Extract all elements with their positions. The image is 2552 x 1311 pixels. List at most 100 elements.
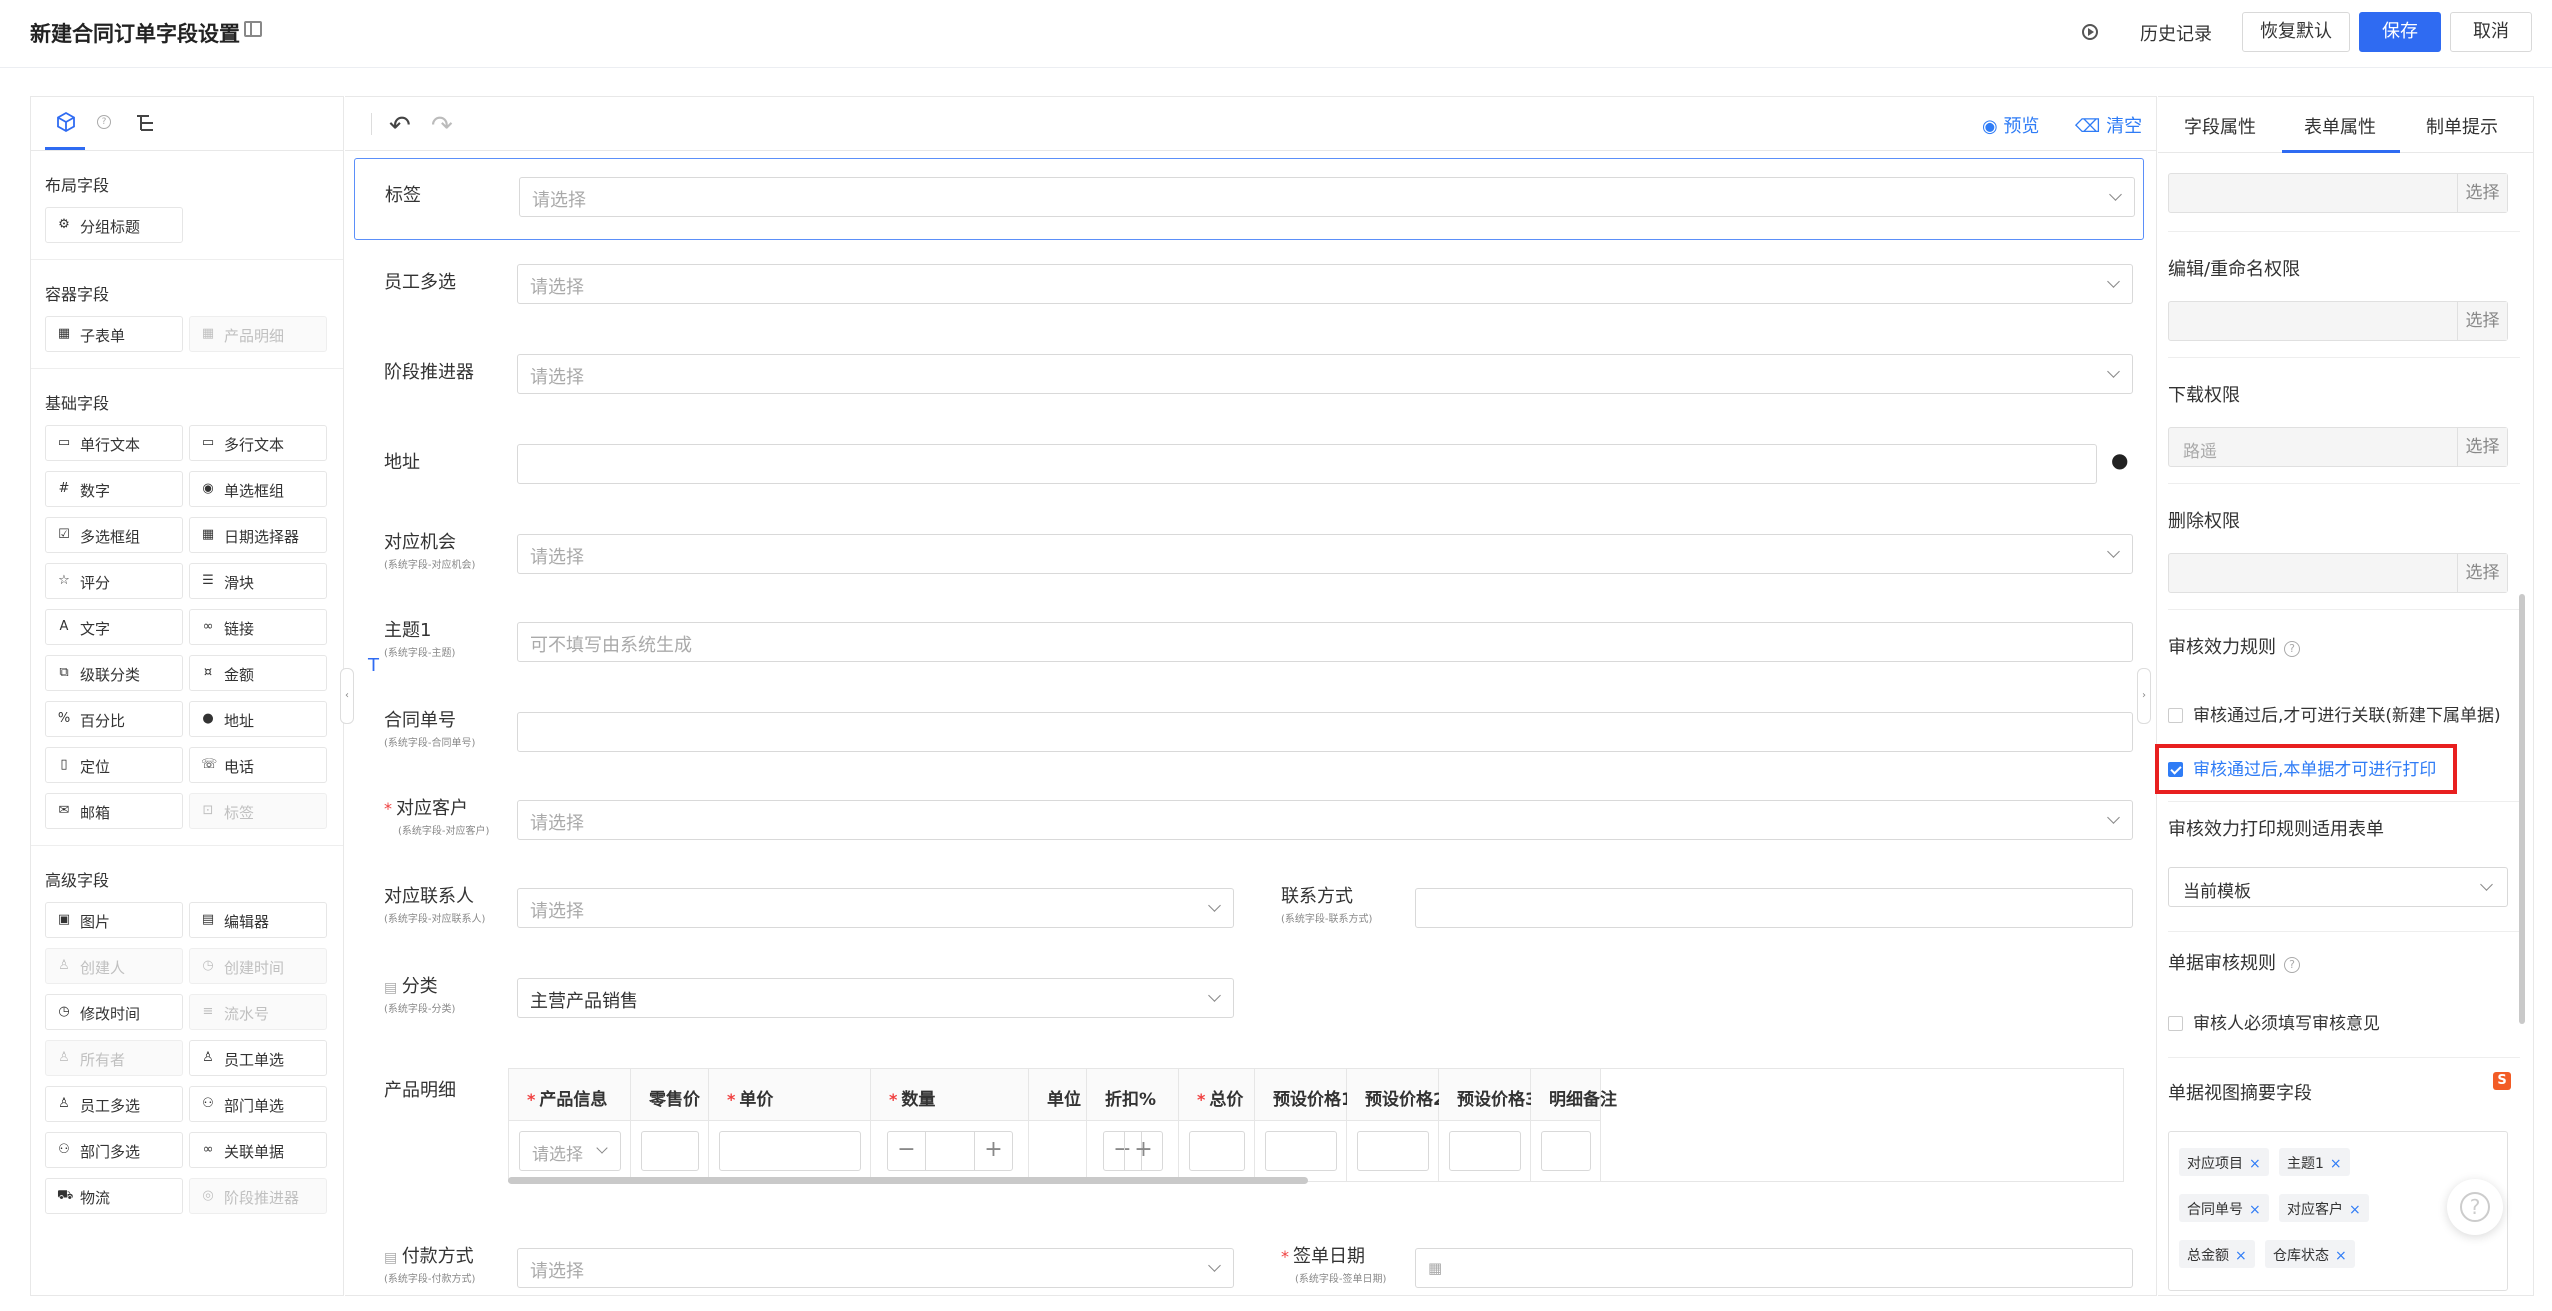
table-scrollbar[interactable] — [508, 1177, 1308, 1184]
palette-item[interactable]: ♙ 员工多选 — [45, 1086, 183, 1122]
tag-select[interactable]: 请选择 — [519, 177, 2135, 217]
table-input[interactable] — [1541, 1131, 1591, 1171]
palette-item[interactable]: ▭ 单行文本 — [45, 425, 183, 461]
palette-item[interactable]: ✉ 邮箱 — [45, 793, 183, 829]
tree-icon[interactable] — [135, 113, 157, 133]
form-row-staff-multi[interactable]: 员工多选 请选择 — [354, 246, 2144, 328]
product-detail-table[interactable]: * 产品信息 请选择 零售价 * 单价 * 数量 − + 单位 折扣% − + * 总价 预设价格1 预设价格2 预… — [508, 1068, 2124, 1182]
staff-multi-select[interactable]: 请选择 — [517, 264, 2133, 304]
close-icon[interactable]: × — [2330, 1156, 2342, 1172]
address-input[interactable] — [517, 444, 2097, 484]
subject-input[interactable]: 可不填写由系统生成 — [517, 622, 2133, 662]
doc-audit-option[interactable]: 审核人必须填写审核意见 — [2168, 1009, 2380, 1034]
collapse-right-handle[interactable]: › — [2137, 668, 2151, 724]
form-row-tag[interactable]: 标签 请选择 — [354, 158, 2144, 240]
form-row-category[interactable]: ▤ 分类 (系统字段-分类) 主营产品销售 — [354, 960, 2144, 1042]
save-button[interactable]: 保存 — [2359, 12, 2441, 52]
customer-select[interactable]: 请选择 — [517, 800, 2133, 840]
form-row-address[interactable]: 地址 ● — [354, 426, 2144, 508]
close-icon[interactable]: × — [2249, 1202, 2261, 1218]
plus-icon[interactable]: + — [974, 1132, 1012, 1170]
palette-item[interactable]: ⛟ 物流 — [45, 1178, 183, 1214]
permission-select-1[interactable]: 选择 — [2168, 173, 2508, 213]
form-row-subject[interactable]: 主题1 (系统字段-主题) 可不填写由系统生成 — [354, 604, 2144, 686]
palette-item[interactable]: ☏ 电话 — [189, 747, 327, 783]
history-link[interactable]: 历史记录 — [2140, 20, 2212, 46]
form-row-opportunity[interactable]: 对应机会 (系统字段-对应机会) 请选择 — [354, 516, 2144, 598]
palette-item[interactable]: ▯ 定位 — [45, 747, 183, 783]
select-button[interactable]: 选择 — [2457, 428, 2507, 466]
close-icon[interactable]: × — [2335, 1248, 2347, 1264]
tab-form-tips[interactable]: 制单提示 — [2426, 113, 2498, 139]
layout-icon[interactable] — [244, 21, 262, 37]
table-input[interactable] — [1189, 1131, 1245, 1171]
close-icon[interactable]: × — [2235, 1248, 2247, 1264]
palette-section-header[interactable]: 基础字段 — [31, 369, 343, 425]
cancel-button[interactable]: 取消 — [2450, 12, 2532, 52]
palette-item[interactable]: ¤ 金额 — [189, 655, 327, 691]
right-panel-scrollbar[interactable] — [2519, 594, 2525, 1024]
palette-item[interactable]: A 文字 — [45, 609, 183, 645]
form-row-customer[interactable]: * 对应客户 (系统字段-对应客户) 请选择 — [354, 782, 2144, 864]
table-input[interactable] — [1449, 1131, 1521, 1171]
play-icon[interactable] — [2082, 24, 2098, 40]
palette-section-header[interactable]: 布局字段 — [31, 151, 343, 207]
close-icon[interactable]: × — [2349, 1202, 2361, 1218]
palette-item[interactable]: ♙ 员工单选 — [189, 1040, 327, 1076]
help-icon[interactable]: ? — [97, 115, 111, 129]
table-input[interactable] — [719, 1131, 861, 1171]
tab-form-props[interactable]: 表单属性 — [2304, 113, 2376, 139]
quantity-stepper[interactable]: − + — [1103, 1131, 1163, 1171]
help-icon[interactable]: ? — [2284, 957, 2300, 973]
table-input[interactable] — [641, 1131, 699, 1171]
contact-select[interactable]: 请选择 — [517, 888, 1234, 928]
palette-item[interactable]: ☑ 多选框组 — [45, 517, 183, 553]
edit-rename-perm-select[interactable]: 选择 — [2168, 301, 2508, 341]
collapse-left-handle[interactable]: ‹ — [340, 668, 354, 724]
palette-item[interactable]: ⚇ 部门单选 — [189, 1086, 327, 1122]
cube-icon[interactable] — [55, 111, 75, 133]
payment-select[interactable]: 请选择 — [517, 1248, 1234, 1288]
s-badge-icon[interactable]: S — [2493, 1072, 2511, 1090]
palette-item[interactable]: ◉ 单选框组 — [189, 471, 327, 507]
palette-item[interactable]: ◷ 修改时间 — [45, 994, 183, 1030]
palette-item[interactable]: ▭ 多行文本 — [189, 425, 327, 461]
category-select[interactable]: 主营产品销售 — [517, 978, 1234, 1018]
palette-section-header[interactable]: 容器字段 — [31, 260, 343, 316]
checkbox[interactable] — [2168, 1016, 2183, 1031]
palette-item[interactable]: ⧉ 级联分类 — [45, 655, 183, 691]
select-button[interactable]: 选择 — [2457, 554, 2507, 592]
palette-item[interactable]: ☰ 滑块 — [189, 563, 327, 599]
contact-method-input[interactable] — [1415, 888, 2133, 928]
palette-item[interactable]: ▦ 子表单 — [45, 316, 183, 352]
close-icon[interactable]: × — [2249, 1156, 2261, 1172]
palette-item[interactable]: ▤ 编辑器 — [189, 902, 327, 938]
download-perm-select[interactable]: 路遥 选择 — [2168, 427, 2508, 467]
plus-icon[interactable]: + — [1124, 1132, 1162, 1170]
palette-item[interactable]: # 数字 — [45, 471, 183, 507]
tab-field-props[interactable]: 字段属性 — [2184, 113, 2256, 139]
palette-item[interactable]: ● 地址 — [189, 701, 327, 737]
palette-item[interactable]: ⚇ 部门多选 — [45, 1132, 183, 1168]
palette-item[interactable]: ☆ 评分 — [45, 563, 183, 599]
print-rule-form-select[interactable]: 当前模板 — [2168, 867, 2508, 907]
palette-item[interactable]: ▦ 日期选择器 — [189, 517, 327, 553]
form-row-stage[interactable]: 阶段推进器 请选择 — [354, 336, 2144, 418]
select-button[interactable]: 选择 — [2457, 174, 2507, 212]
table-input[interactable] — [1265, 1131, 1337, 1171]
minus-icon[interactable]: − — [888, 1132, 926, 1170]
form-row-payment[interactable]: ▤ 付款方式 (系统字段-付款方式) 请选择 * 签单日期 (系统字段-签单日期) ▦ — [354, 1230, 2144, 1296]
help-float-button[interactable]: ? — [2447, 1179, 2503, 1235]
table-input[interactable] — [1357, 1131, 1429, 1171]
help-icon[interactable]: ? — [2284, 641, 2300, 657]
audit-option-relation[interactable]: 审核通过后,才可进行关联(新建下属单据) — [2168, 701, 2501, 726]
sign-date-picker[interactable]: ▦ — [1415, 1248, 2133, 1288]
form-row-contact[interactable]: 对应联系人 (系统字段-对应联系人) 请选择 联系方式 (系统字段-联系方式) — [354, 870, 2144, 952]
checkbox[interactable] — [2168, 708, 2183, 723]
palette-item[interactable]: ∞ 链接 — [189, 609, 327, 645]
palette-section-header[interactable]: 高级字段 — [31, 846, 343, 902]
restore-default-button[interactable]: 恢复默认 — [2242, 12, 2350, 52]
quantity-stepper[interactable]: − + — [887, 1131, 1013, 1171]
form-row-contract-no[interactable]: 合同单号 (系统字段-合同单号) — [354, 694, 2144, 776]
palette-item[interactable]: ∞ 关联单据 — [189, 1132, 327, 1168]
